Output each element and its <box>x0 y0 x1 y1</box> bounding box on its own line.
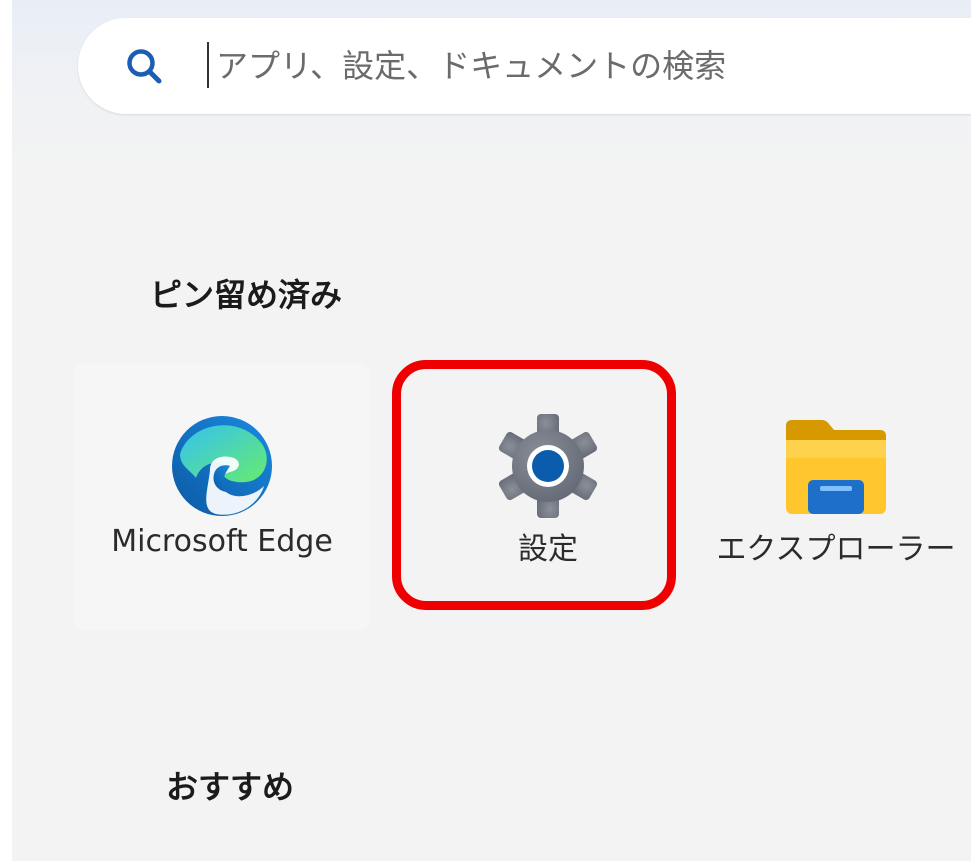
app-label-settings: 設定 <box>518 532 578 567</box>
start-menu-panel: アプリ、設定、ドキュメントの検索 ピン留め済み Microsoft Edge 設… <box>12 0 971 861</box>
settings-gear-icon <box>498 414 598 518</box>
search-icon <box>127 49 162 84</box>
search-box[interactable]: アプリ、設定、ドキュメントの検索 <box>78 18 971 114</box>
pinned-section-title: ピン留め済み <box>150 276 343 314</box>
recommended-section-title: おすすめ <box>166 768 295 806</box>
pinned-app-settings[interactable]: 設定 <box>400 364 696 630</box>
edge-icon <box>172 416 272 516</box>
search-input-placeholder[interactable]: アプリ、設定、ドキュメントの検索 <box>216 44 726 88</box>
pinned-app-file-explorer[interactable]: エクスプローラー <box>700 364 971 630</box>
app-label-microsoft-edge: Microsoft Edge <box>111 524 333 559</box>
text-caret <box>207 42 209 88</box>
pinned-app-microsoft-edge[interactable]: Microsoft Edge <box>74 364 370 630</box>
search-area: アプリ、設定、ドキュメントの検索 <box>12 0 971 168</box>
folder-icon <box>786 420 886 514</box>
app-label-file-explorer: エクスプローラー <box>716 532 956 567</box>
